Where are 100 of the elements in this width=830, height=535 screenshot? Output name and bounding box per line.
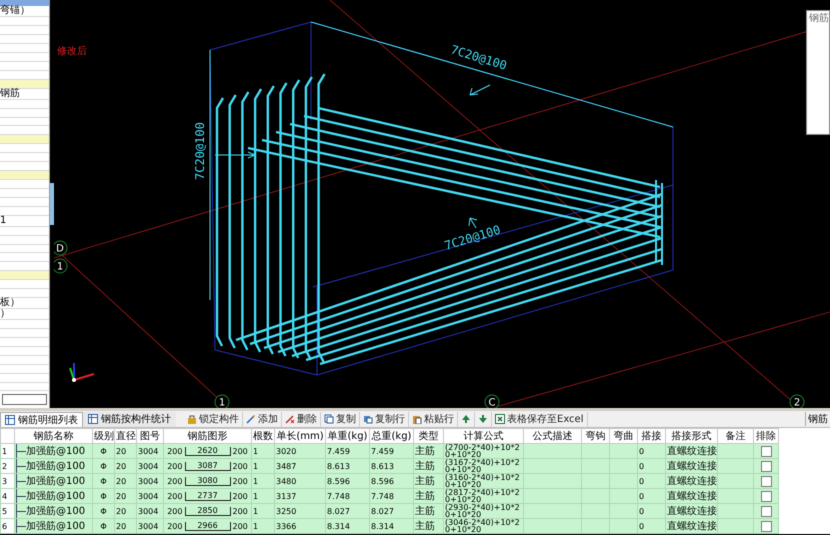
wand-icon (285, 414, 295, 424)
table-cell-text: 加强筋@100 (26, 490, 86, 503)
row-number: 5 (0, 504, 14, 518)
table-cell: 直螺纹连接 (666, 444, 718, 458)
toolbar-button[interactable]: 锁定构件 (184, 412, 243, 426)
clipboard-icon (412, 414, 422, 424)
column-header: 图号 (136, 428, 164, 444)
table-cell-text: 加强筋@100 (26, 474, 86, 488)
toolbar-button[interactable]: 删除 (282, 412, 321, 426)
toolbar-button[interactable]: 表格保存至Excel (492, 412, 588, 426)
table-cell: 0 (638, 458, 666, 474)
table-cell: 直螺纹连接 (666, 458, 718, 474)
table-cell-text: (2930-2*40)+10*20+10*20 (445, 504, 521, 518)
list-item[interactable]: 板） (0, 298, 49, 310)
table-cell: 0 (638, 488, 666, 504)
table-cell: 7.459 (326, 444, 370, 458)
grid-icon (88, 414, 98, 424)
table-cell: 主筋 (414, 444, 444, 458)
table-cell: 3004 (136, 518, 164, 534)
view-note: 修改后 (57, 44, 87, 58)
checkbox[interactable] (760, 460, 772, 472)
toolbar-button[interactable]: 添加 (243, 412, 282, 426)
toolbar-button[interactable]: 粘贴行 (409, 412, 458, 426)
column-header: 单重(kg) (326, 428, 370, 444)
table-cell-text: (3160-2*40)+10*20+10*20 (445, 474, 521, 488)
grid-icon (5, 414, 15, 424)
row-number: 4 (0, 488, 14, 504)
column-header: 计算公式 (444, 428, 524, 444)
grid-bubble: 2 (790, 394, 804, 408)
table-cell-text: (2700-2*40)+10*20+10*20 (445, 444, 521, 458)
grid-bubble: 1 (54, 258, 68, 274)
list-item[interactable]: 弯锚） (0, 6, 49, 18)
table-cell: 直螺纹连接 (666, 488, 718, 504)
table-cell: 8.613 (370, 458, 414, 474)
checkbox[interactable] (760, 446, 772, 456)
column-header: 根数 (252, 428, 274, 444)
checkbox[interactable] (760, 506, 772, 516)
list-item[interactable] (0, 135, 49, 144)
table-cell: 200 (232, 476, 248, 486)
down-arrow-icon (478, 414, 488, 424)
tab[interactable]: 钢筋明细列表 (0, 412, 83, 426)
column-header: 排除 (754, 428, 778, 444)
list-item[interactable]: 钢筋 (0, 88, 49, 100)
table-cell: 3480 (274, 474, 326, 488)
checkbox[interactable] (760, 476, 772, 486)
column-header: 备注 (718, 428, 754, 444)
table-cell: 7.459 (370, 444, 414, 458)
text-field[interactable] (2, 394, 47, 406)
table-cell: 200 (167, 506, 182, 516)
column-header: 类型 (414, 428, 444, 444)
table-cell: 主筋 (414, 458, 444, 474)
rebar-shape: 2850 (184, 506, 230, 516)
table-cell: 200 (232, 446, 248, 456)
table-cell: 8.596 (326, 474, 370, 488)
table-cell: 200 (167, 492, 182, 500)
list-item[interactable] (0, 271, 49, 280)
table-cell: 8.027 (370, 504, 414, 518)
table-cell: 200 (232, 522, 248, 530)
table-cell: 主筋 (414, 504, 444, 518)
column-header: 公式描述 (524, 428, 582, 444)
table-cell: 200 (232, 492, 248, 500)
table-cell: 主筋 (414, 518, 444, 534)
table-cell: 8.314 (370, 518, 414, 534)
table-cell-text: (2817-2*40)+10*20+10*20 (445, 489, 521, 503)
table-cell: 3137 (274, 488, 326, 504)
checkbox[interactable] (760, 490, 772, 502)
column-header: 钢筋名称 (14, 428, 92, 444)
column-header: 直径 (114, 428, 136, 444)
table-cell: 3004 (136, 488, 164, 504)
list-item[interactable]: 1 (0, 216, 49, 227)
list-item[interactable]: ） (0, 309, 49, 320)
column-header: 搭接 (638, 428, 666, 444)
rebar-shape: 2620 (184, 446, 230, 456)
table-cell: 8.027 (326, 504, 370, 518)
table-cell: 0 (638, 444, 666, 458)
xyz-axis-icon (69, 363, 94, 382)
copy-icon (363, 414, 373, 424)
table-cell-text: (3046-2*40)+10*20+10*20 (445, 519, 521, 533)
table-cell: 8.613 (326, 458, 370, 474)
table-cell: 200 (167, 446, 182, 456)
table-cell: 7.748 (370, 488, 414, 504)
grid-bubble: 1 (214, 394, 230, 408)
panel-title: 钢筋 (808, 12, 829, 25)
list-item[interactable] (0, 171, 49, 180)
up-arrow-icon (461, 414, 471, 424)
column-header: 弯曲 (610, 428, 638, 444)
column-header: 搭接形式 (666, 428, 718, 444)
toolbar-button[interactable]: 复制行 (360, 412, 409, 426)
column-header: 级别 (92, 428, 114, 444)
toolbar-button[interactable]: 复制 (321, 412, 360, 426)
checkbox[interactable] (760, 520, 772, 532)
table-cell: 3366 (274, 518, 326, 534)
grid-bubble: D (54, 240, 68, 256)
table-cell: 直螺纹连接 (666, 474, 718, 488)
tab[interactable]: 钢筋按构件统计 (83, 412, 176, 426)
table-cell: 3487 (274, 458, 326, 474)
splitter-handle[interactable] (50, 183, 54, 225)
row-number: 6 (0, 518, 14, 534)
table-cell: 3004 (136, 444, 164, 458)
panel-label: 钢筋 (805, 412, 830, 426)
